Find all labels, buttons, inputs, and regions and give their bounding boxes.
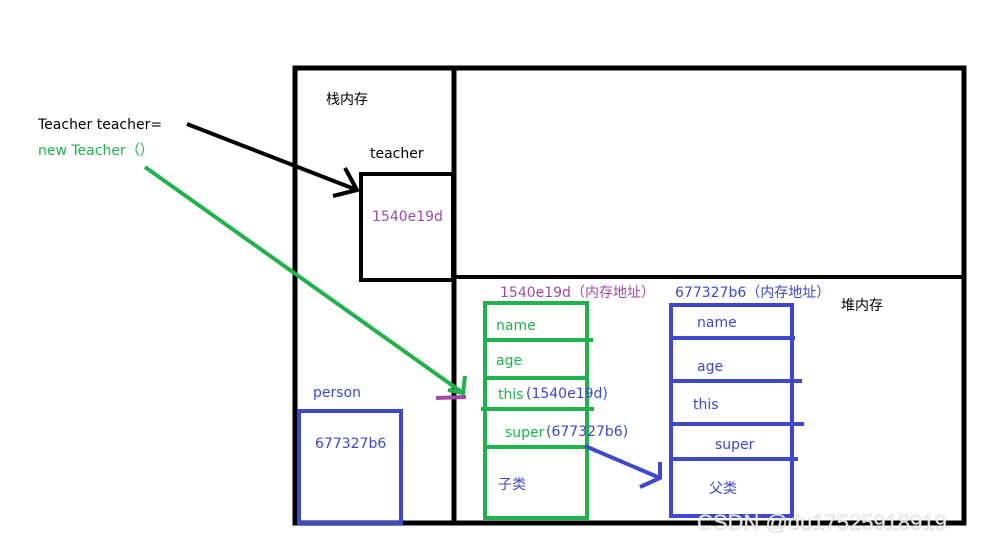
teacher-value: 1540e19d (372, 209, 443, 225)
stack-title: 栈内存 (326, 92, 368, 108)
super-arrow (584, 444, 662, 489)
code-line-1: Teacher teacher= (37, 117, 162, 133)
child-field-this: this (498, 387, 524, 403)
parent-field-this: this (693, 397, 719, 413)
child-field-name: name (496, 318, 536, 334)
teacher-ref-box (359, 172, 455, 282)
parent-field-super: super (715, 437, 755, 453)
stack-memory-box (292, 65, 457, 526)
parent-label: 父类 (709, 481, 737, 497)
code-line-2: new Teacher（） (38, 143, 154, 159)
pointer-mark (435, 395, 467, 400)
teacher-arrow (186, 122, 360, 198)
parent-address: 677327b6（内存地址） (675, 285, 830, 301)
child-field-age: age (496, 353, 522, 369)
child-address: 1540e19d（内存地址） (500, 285, 655, 301)
child-field-super: super (505, 425, 545, 441)
teacher-label: teacher (370, 146, 424, 162)
person-ref-box (297, 409, 403, 525)
watermark: CSDN @du17525918919 (697, 510, 947, 535)
person-label: person (313, 385, 361, 401)
parent-field-age: age (697, 359, 723, 375)
child-super-value: (677327b6) (546, 424, 628, 440)
memory-diagram: Teacher teacher= new Teacher（） 栈内存 teach… (37, 65, 967, 535)
child-this-value: (1540e19d) (526, 386, 608, 402)
heap-title: 堆内存 (841, 298, 883, 314)
parent-field-name: name (697, 315, 737, 331)
child-label: 子类 (498, 477, 526, 493)
person-value: 677327b6 (315, 436, 386, 452)
